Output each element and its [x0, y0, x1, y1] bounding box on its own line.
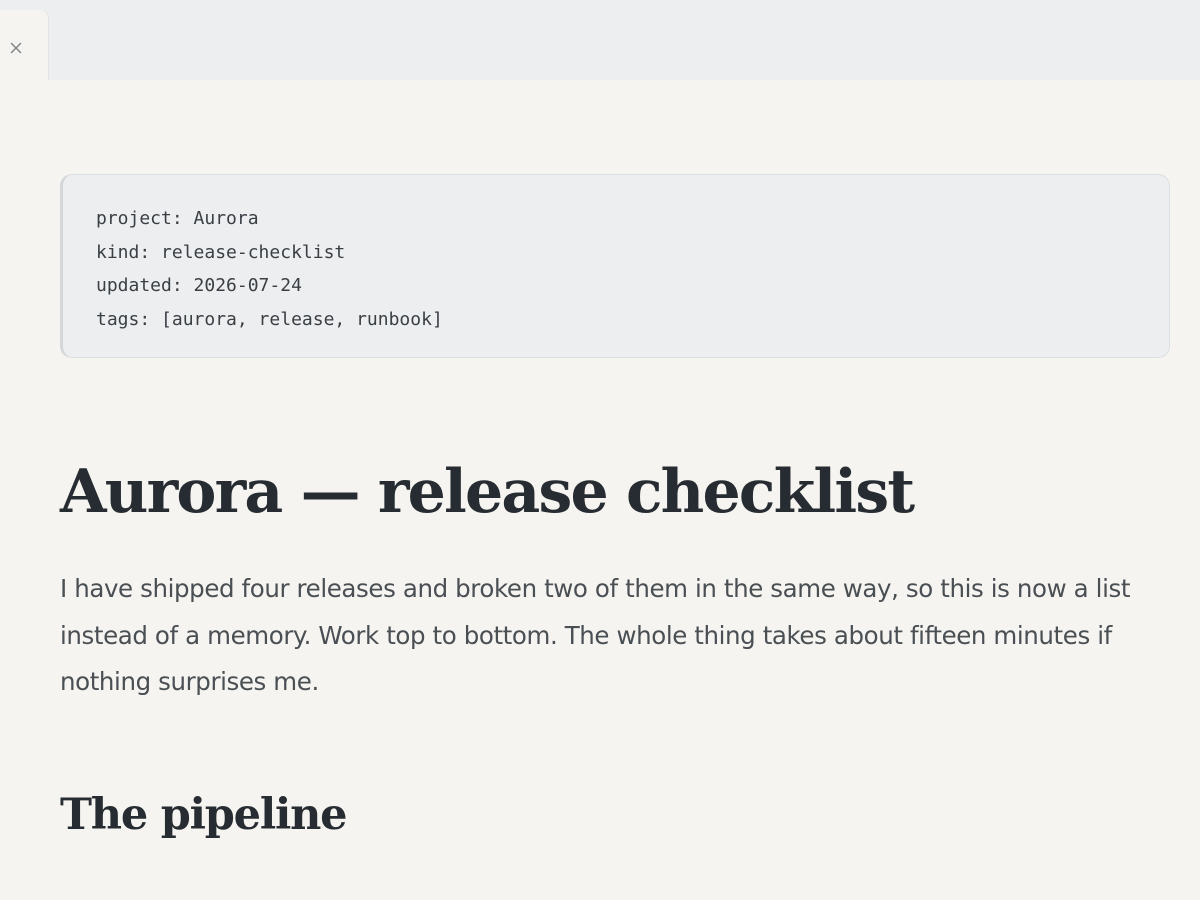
frontmatter-line-tags: tags: [aurora, release, runbook] — [96, 308, 443, 330]
tab-strip — [0, 0, 1200, 80]
frontmatter-line-kind: kind: release-checklist — [96, 241, 346, 263]
frontmatter-block[interactable]: project: Aurora kind: release-checklist … — [60, 174, 1170, 358]
close-icon[interactable] — [6, 38, 26, 58]
section-heading-pipeline: The pipeline — [60, 789, 348, 840]
frontmatter-line-project: project: Aurora — [96, 208, 259, 229]
page-title: Aurora — release checklist — [60, 457, 915, 527]
editor-tab[interactable] — [0, 10, 48, 80]
document-content: project: Aurora kind: release-checklist … — [60, 174, 1170, 841]
frontmatter-line-updated: updated: 2026-07-24 — [96, 275, 302, 296]
intro-paragraph: I have shipped four releases and broken … — [60, 574, 1131, 696]
